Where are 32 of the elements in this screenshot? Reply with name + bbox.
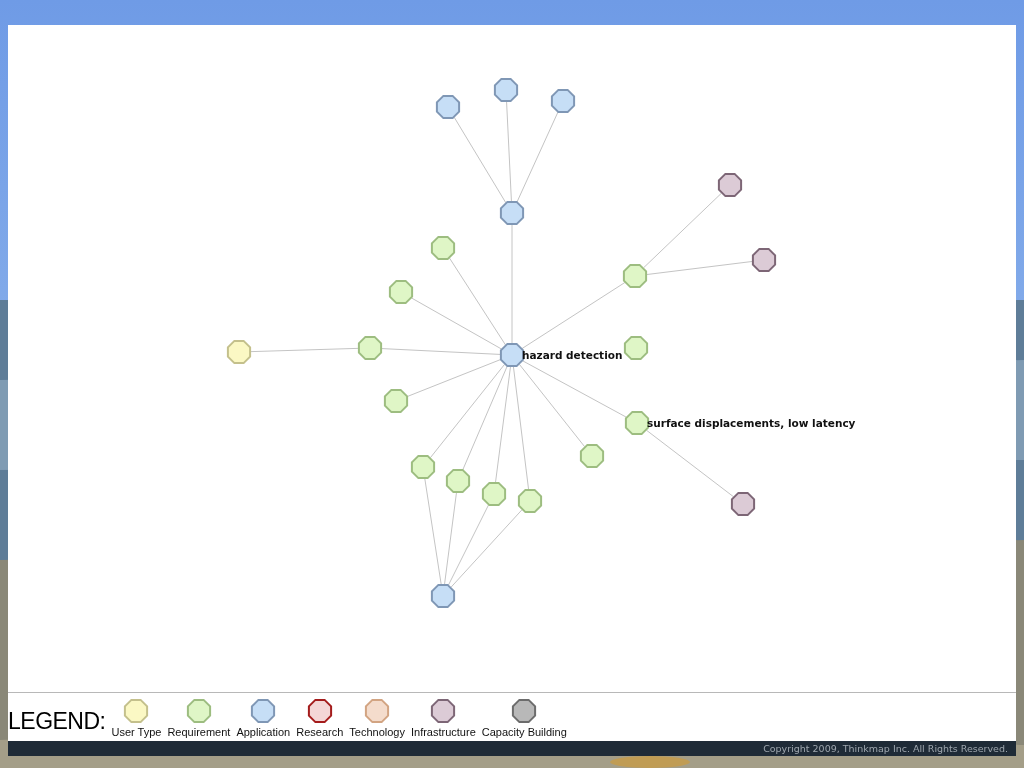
node-label: hazard detection bbox=[522, 349, 623, 361]
legend-label: Research bbox=[296, 726, 344, 738]
graph-node[interactable] bbox=[717, 172, 743, 198]
node-label: surface displacements, low latency bbox=[647, 417, 856, 429]
legend-label: Application bbox=[236, 726, 291, 738]
graph-node[interactable] bbox=[517, 488, 543, 514]
legend-label: Requirement bbox=[167, 726, 231, 738]
graph-node[interactable] bbox=[622, 263, 648, 289]
graph-node[interactable] bbox=[445, 468, 471, 494]
graph-node[interactable] bbox=[730, 491, 756, 517]
graph-node[interactable] bbox=[499, 342, 525, 368]
graph-node[interactable] bbox=[357, 335, 383, 361]
graph-node[interactable] bbox=[481, 481, 507, 507]
graph-node[interactable] bbox=[579, 443, 605, 469]
graph-node[interactable] bbox=[493, 77, 519, 103]
graph-node[interactable] bbox=[430, 583, 456, 609]
legend-label: User Type bbox=[111, 726, 162, 738]
legend-label: Technology bbox=[349, 726, 405, 738]
graph-node[interactable] bbox=[388, 279, 414, 305]
legend-label: Infrastructure bbox=[410, 726, 476, 738]
graph-node[interactable] bbox=[430, 235, 456, 261]
graph-node[interactable] bbox=[499, 200, 525, 226]
legend-title: LEGEND: bbox=[8, 708, 106, 735]
graph-node[interactable] bbox=[226, 339, 252, 365]
graph-node[interactable] bbox=[751, 247, 777, 273]
graph-node[interactable] bbox=[435, 94, 461, 120]
copyright-text: Copyright 2009, Thinkmap Inc. All Rights Reserved. bbox=[763, 743, 1008, 754]
graph-node[interactable] bbox=[550, 88, 576, 114]
legend-label: Capacity Building bbox=[481, 726, 567, 738]
graph-node[interactable] bbox=[623, 335, 649, 361]
graph-node[interactable] bbox=[383, 388, 409, 414]
graph-node[interactable] bbox=[410, 454, 436, 480]
